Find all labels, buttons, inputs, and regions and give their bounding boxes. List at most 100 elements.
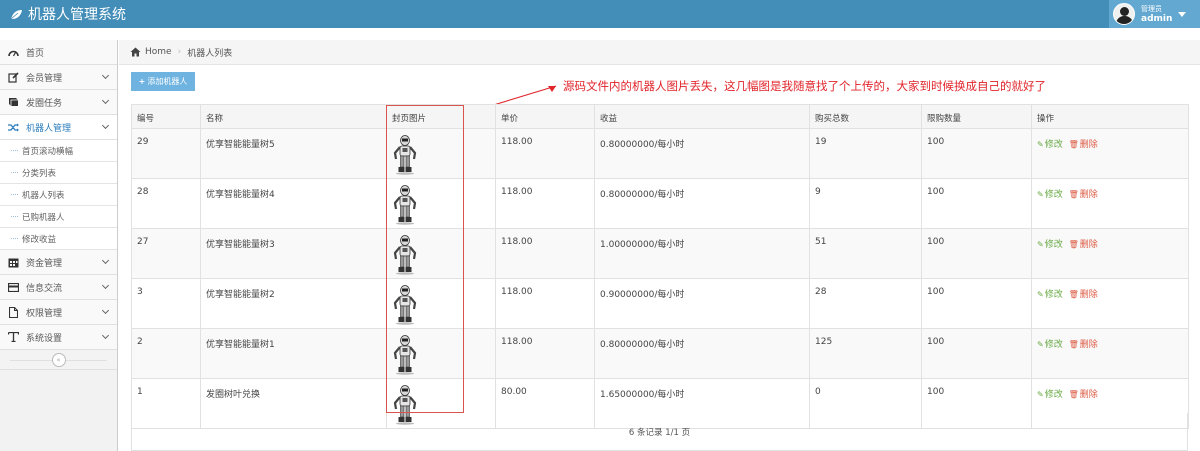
cell-name: 优享智能能量树3 bbox=[200, 228, 387, 279]
cell-total: 125 bbox=[809, 328, 922, 379]
column-header-income[interactable]: 收益 bbox=[594, 104, 810, 129]
collapse-sidebar-button[interactable]: « bbox=[51, 352, 66, 367]
table-row: 28 优享智能能量树4 118.00 0.80000000/每小时 9 100 … bbox=[131, 178, 1189, 229]
column-header-limit[interactable]: 限购数量 bbox=[921, 104, 1032, 129]
cell-actions: ✎修改 🗑删除 bbox=[1031, 228, 1189, 279]
delete-link[interactable]: 🗑删除 bbox=[1069, 390, 1098, 400]
sidebar-item-home[interactable]: 首页 bbox=[0, 40, 117, 65]
plus-icon: + bbox=[138, 77, 146, 86]
cell-price: 118.00 bbox=[495, 178, 595, 229]
cell-id: 29 bbox=[131, 128, 201, 179]
sidebar-item-label: 权限管理 bbox=[26, 308, 63, 319]
column-header-id[interactable]: 编号 bbox=[131, 104, 201, 129]
caret-down-icon bbox=[1178, 11, 1187, 17]
robot-image bbox=[393, 235, 417, 275]
delete-link[interactable]: 🗑删除 bbox=[1069, 340, 1098, 350]
user-name: admin bbox=[1141, 14, 1173, 24]
cell-actions: ✎修改 🗑删除 bbox=[1031, 278, 1189, 329]
pagination-summary: 6 条记录 1/1 页 bbox=[131, 413, 1188, 451]
column-header-name[interactable]: 名称 bbox=[200, 104, 387, 129]
sidebar-item-members[interactable]: 会员管理 bbox=[0, 65, 117, 90]
cell-income: 1.00000000/每小时 bbox=[594, 228, 810, 279]
chevron-right-icon: › bbox=[177, 47, 182, 57]
breadcrumb-home-link[interactable]: Home bbox=[145, 47, 172, 57]
column-header-total[interactable]: 购买总数 bbox=[809, 104, 922, 129]
submenu-item-categories[interactable]: 分类列表 bbox=[0, 162, 117, 184]
calendar-icon bbox=[8, 257, 19, 268]
submenu-item-banner[interactable]: 首页滚动横幅 bbox=[0, 140, 117, 162]
sidebar-item-settings[interactable]: 系统设置 bbox=[0, 325, 117, 350]
chevron-down-icon bbox=[101, 96, 110, 105]
cell-total: 28 bbox=[809, 278, 922, 329]
pencil-icon: ✎ bbox=[1037, 290, 1044, 299]
cell-name: 优享智能能量树2 bbox=[200, 278, 387, 329]
edit-link[interactable]: ✎修改 bbox=[1037, 140, 1063, 150]
chevron-down-icon bbox=[101, 306, 110, 315]
cell-total: 51 bbox=[809, 228, 922, 279]
column-header-price[interactable]: 单价 bbox=[495, 104, 595, 129]
submenu-item-purchased[interactable]: 已购机器人 bbox=[0, 206, 117, 228]
cell-image bbox=[386, 328, 496, 379]
home-icon bbox=[130, 47, 141, 57]
cell-name: 优享智能能量树1 bbox=[200, 328, 387, 379]
cell-total: 9 bbox=[809, 178, 922, 229]
robot-table: 编号 名称 封页图片 单价 收益 购买总数 限购数量 操作 29 优享智能能量树… bbox=[131, 104, 1189, 429]
cell-id: 3 bbox=[131, 278, 201, 329]
cell-name: 优享智能能量树4 bbox=[200, 178, 387, 229]
cell-limit: 100 bbox=[921, 128, 1032, 179]
cell-actions: ✎修改 🗑删除 bbox=[1031, 178, 1189, 229]
sidebar-item-label: 机器人管理 bbox=[26, 123, 72, 134]
sidebar-item-label: 系统设置 bbox=[26, 333, 63, 344]
brand[interactable]: 机器人管理系统 bbox=[10, 0, 126, 28]
table-row: 29 优享智能能量树5 118.00 0.80000000/每小时 19 100… bbox=[131, 128, 1189, 179]
trash-icon: 🗑 bbox=[1068, 340, 1079, 349]
chevron-down-icon bbox=[101, 121, 110, 130]
top-navbar: 机器人管理系统 管理员 admin bbox=[0, 0, 1200, 28]
annotation-note: 源码文件内的机器人图片丢失，这几幅图是我随意找了个上传的，大家到时候换成自己的就… bbox=[563, 79, 1046, 93]
cell-total: 19 bbox=[809, 128, 922, 179]
sidebar-item-label: 首页 bbox=[26, 48, 45, 59]
edit-icon bbox=[8, 71, 19, 83]
cell-limit: 100 bbox=[921, 278, 1032, 329]
cell-price: 118.00 bbox=[495, 278, 595, 329]
trash-icon: 🗑 bbox=[1068, 190, 1079, 199]
edit-link[interactable]: ✎修改 bbox=[1037, 240, 1063, 250]
breadcrumb-current: 机器人列表 bbox=[187, 48, 233, 59]
robot-image bbox=[393, 135, 417, 175]
delete-link[interactable]: 🗑删除 bbox=[1069, 240, 1098, 250]
sidebar-item-label: 信息交流 bbox=[26, 283, 63, 294]
chevron-down-icon bbox=[101, 331, 110, 340]
leaf-icon bbox=[10, 9, 22, 19]
sidebar-item-robots[interactable]: 机器人管理 bbox=[0, 115, 117, 140]
file-icon bbox=[8, 306, 19, 318]
delete-link[interactable]: 🗑删除 bbox=[1069, 140, 1098, 150]
delete-link[interactable]: 🗑删除 bbox=[1069, 290, 1098, 300]
breadcrumb: Home › 机器人列表 bbox=[119, 40, 1200, 65]
edit-link[interactable]: ✎修改 bbox=[1037, 340, 1063, 350]
sidebar-item-funds[interactable]: 资金管理 bbox=[0, 250, 117, 275]
sidebar-item-tasks[interactable]: 发圈任务 bbox=[0, 90, 117, 115]
edit-link[interactable]: ✎修改 bbox=[1037, 390, 1063, 400]
edit-link[interactable]: ✎修改 bbox=[1037, 190, 1063, 200]
submenu-item-edit-income[interactable]: 修改收益 bbox=[0, 228, 117, 250]
cell-id: 2 bbox=[131, 328, 201, 379]
delete-link[interactable]: 🗑删除 bbox=[1069, 190, 1098, 200]
credit-card-icon bbox=[8, 282, 19, 293]
pencil-icon: ✎ bbox=[1037, 190, 1044, 199]
sidebar-item-messages[interactable]: 信息交流 bbox=[0, 275, 117, 300]
add-robot-button[interactable]: + 添加机器人 bbox=[131, 72, 195, 91]
column-header-image[interactable]: 封页图片 bbox=[386, 104, 496, 129]
edit-link[interactable]: ✎修改 bbox=[1037, 290, 1063, 300]
user-menu[interactable]: 管理员 admin bbox=[1109, 0, 1200, 28]
trash-icon: 🗑 bbox=[1068, 240, 1079, 249]
sidebar-item-permissions[interactable]: 权限管理 bbox=[0, 300, 117, 325]
cell-price: 118.00 bbox=[495, 328, 595, 379]
submenu-item-robot-list[interactable]: 机器人列表 bbox=[0, 184, 117, 206]
cell-image bbox=[386, 178, 496, 229]
robot-image bbox=[393, 335, 417, 375]
cell-actions: ✎修改 🗑删除 bbox=[1031, 128, 1189, 179]
cell-name: 优享智能能量树5 bbox=[200, 128, 387, 179]
book-icon bbox=[8, 97, 19, 108]
cell-limit: 100 bbox=[921, 178, 1032, 229]
cell-id: 28 bbox=[131, 178, 201, 229]
